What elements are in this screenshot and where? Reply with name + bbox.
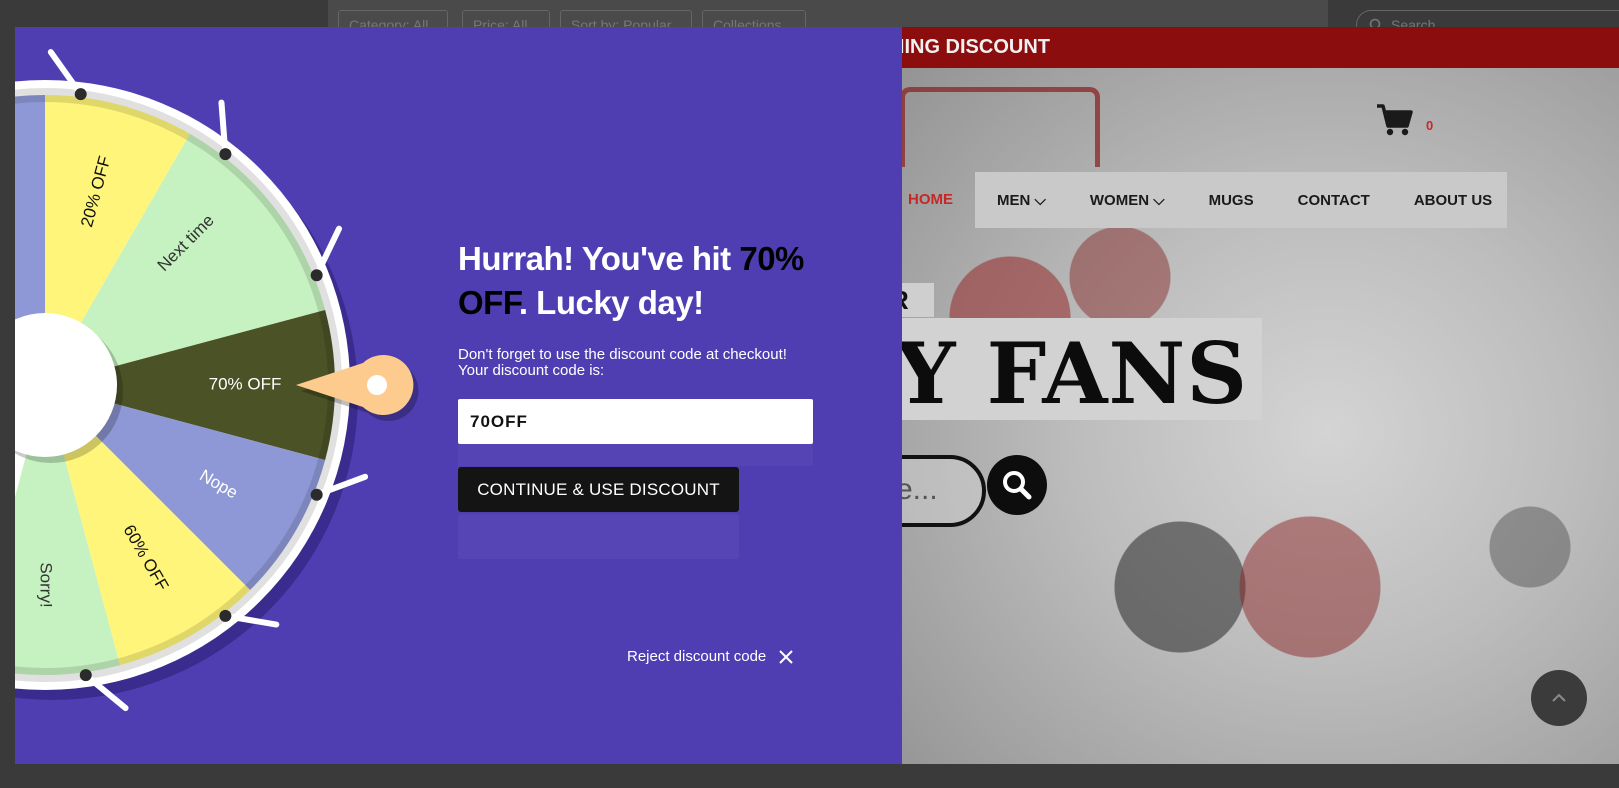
nav-item-about[interactable]: ABOUT US bbox=[1392, 192, 1514, 209]
wheel-peg bbox=[310, 269, 323, 282]
cart-icon[interactable] bbox=[1375, 102, 1415, 138]
reject-discount-label: Reject discount code bbox=[627, 648, 767, 665]
popup-description-line1: Don't forget to use the discount code at… bbox=[458, 346, 787, 363]
popup-description: Don't forget to use the discount code at… bbox=[458, 347, 818, 379]
discount-code-field[interactable] bbox=[458, 399, 813, 444]
cart-count: 0 bbox=[1426, 118, 1434, 133]
popup-content: Hurrah! You've hit 70% OFF. Lucky day! D… bbox=[458, 237, 818, 559]
wheel-peg bbox=[79, 669, 92, 682]
reject-discount-link[interactable]: Reject discount code bbox=[627, 648, 794, 665]
hockey-net bbox=[900, 87, 1100, 167]
spin-wheel-popup: No luck today20% OFFNext time70% OFFNope… bbox=[15, 27, 902, 764]
announcement-text: NING DISCOUNT bbox=[890, 36, 1050, 58]
hero-search-button[interactable] bbox=[987, 455, 1047, 515]
wheel-peg bbox=[310, 488, 323, 501]
wheel-peg bbox=[74, 88, 87, 101]
nav-item-contact[interactable]: CONTACT bbox=[1276, 192, 1392, 209]
hero-headline-text: EY FANS bbox=[890, 324, 1248, 420]
nav-item-women[interactable]: WOMEN ⌵ bbox=[1068, 192, 1187, 209]
wheel-slice-label: 70% OFF bbox=[209, 374, 282, 393]
button-shadow bbox=[458, 514, 739, 559]
announcement-bar: NING DISCOUNT bbox=[890, 27, 1619, 68]
wheel-pointer-dot bbox=[367, 375, 387, 395]
nav-item-men[interactable]: MEN ⌵ bbox=[975, 192, 1068, 209]
chevron-down-icon: ⌵ bbox=[1034, 191, 1046, 209]
wheel-peg bbox=[219, 148, 232, 161]
popup-title-suffix: . Lucky day! bbox=[518, 284, 704, 321]
popup-description-line2: Your discount code is: bbox=[458, 362, 605, 379]
nav-item-women-label: WOMEN bbox=[1089, 191, 1150, 209]
field-shadow bbox=[458, 444, 813, 466]
continue-button[interactable]: CONTINUE & USE DISCOUNT bbox=[458, 467, 739, 512]
nav-item-men-label: MEN bbox=[997, 191, 1031, 209]
nav-item-mugs[interactable]: MUGS bbox=[1187, 192, 1276, 209]
popup-title-prefix: Hurrah! You've hit bbox=[458, 240, 740, 277]
search-icon bbox=[1003, 471, 1032, 500]
wheel-slice-label: Sorry! bbox=[37, 562, 56, 607]
chevron-up-icon bbox=[1552, 693, 1566, 702]
scroll-to-top-button[interactable] bbox=[1531, 670, 1587, 726]
hero-headline: EY FANS bbox=[890, 318, 1262, 420]
wheel-tick bbox=[218, 99, 229, 158]
prize-wheel: No luck today20% OFFNext time70% OFFNope… bbox=[15, 49, 419, 712]
wheel-peg bbox=[219, 609, 232, 622]
hero-search-placeholder: e... bbox=[896, 473, 938, 506]
close-icon[interactable] bbox=[778, 649, 794, 665]
chevron-down-icon: ⌵ bbox=[1153, 191, 1165, 209]
main-nav: MEN ⌵ WOMEN ⌵ MUGS CONTACT ABOUT US bbox=[975, 172, 1507, 228]
popup-title: Hurrah! You've hit 70% OFF. Lucky day! bbox=[458, 237, 818, 325]
nav-home[interactable]: HOME bbox=[908, 191, 953, 208]
